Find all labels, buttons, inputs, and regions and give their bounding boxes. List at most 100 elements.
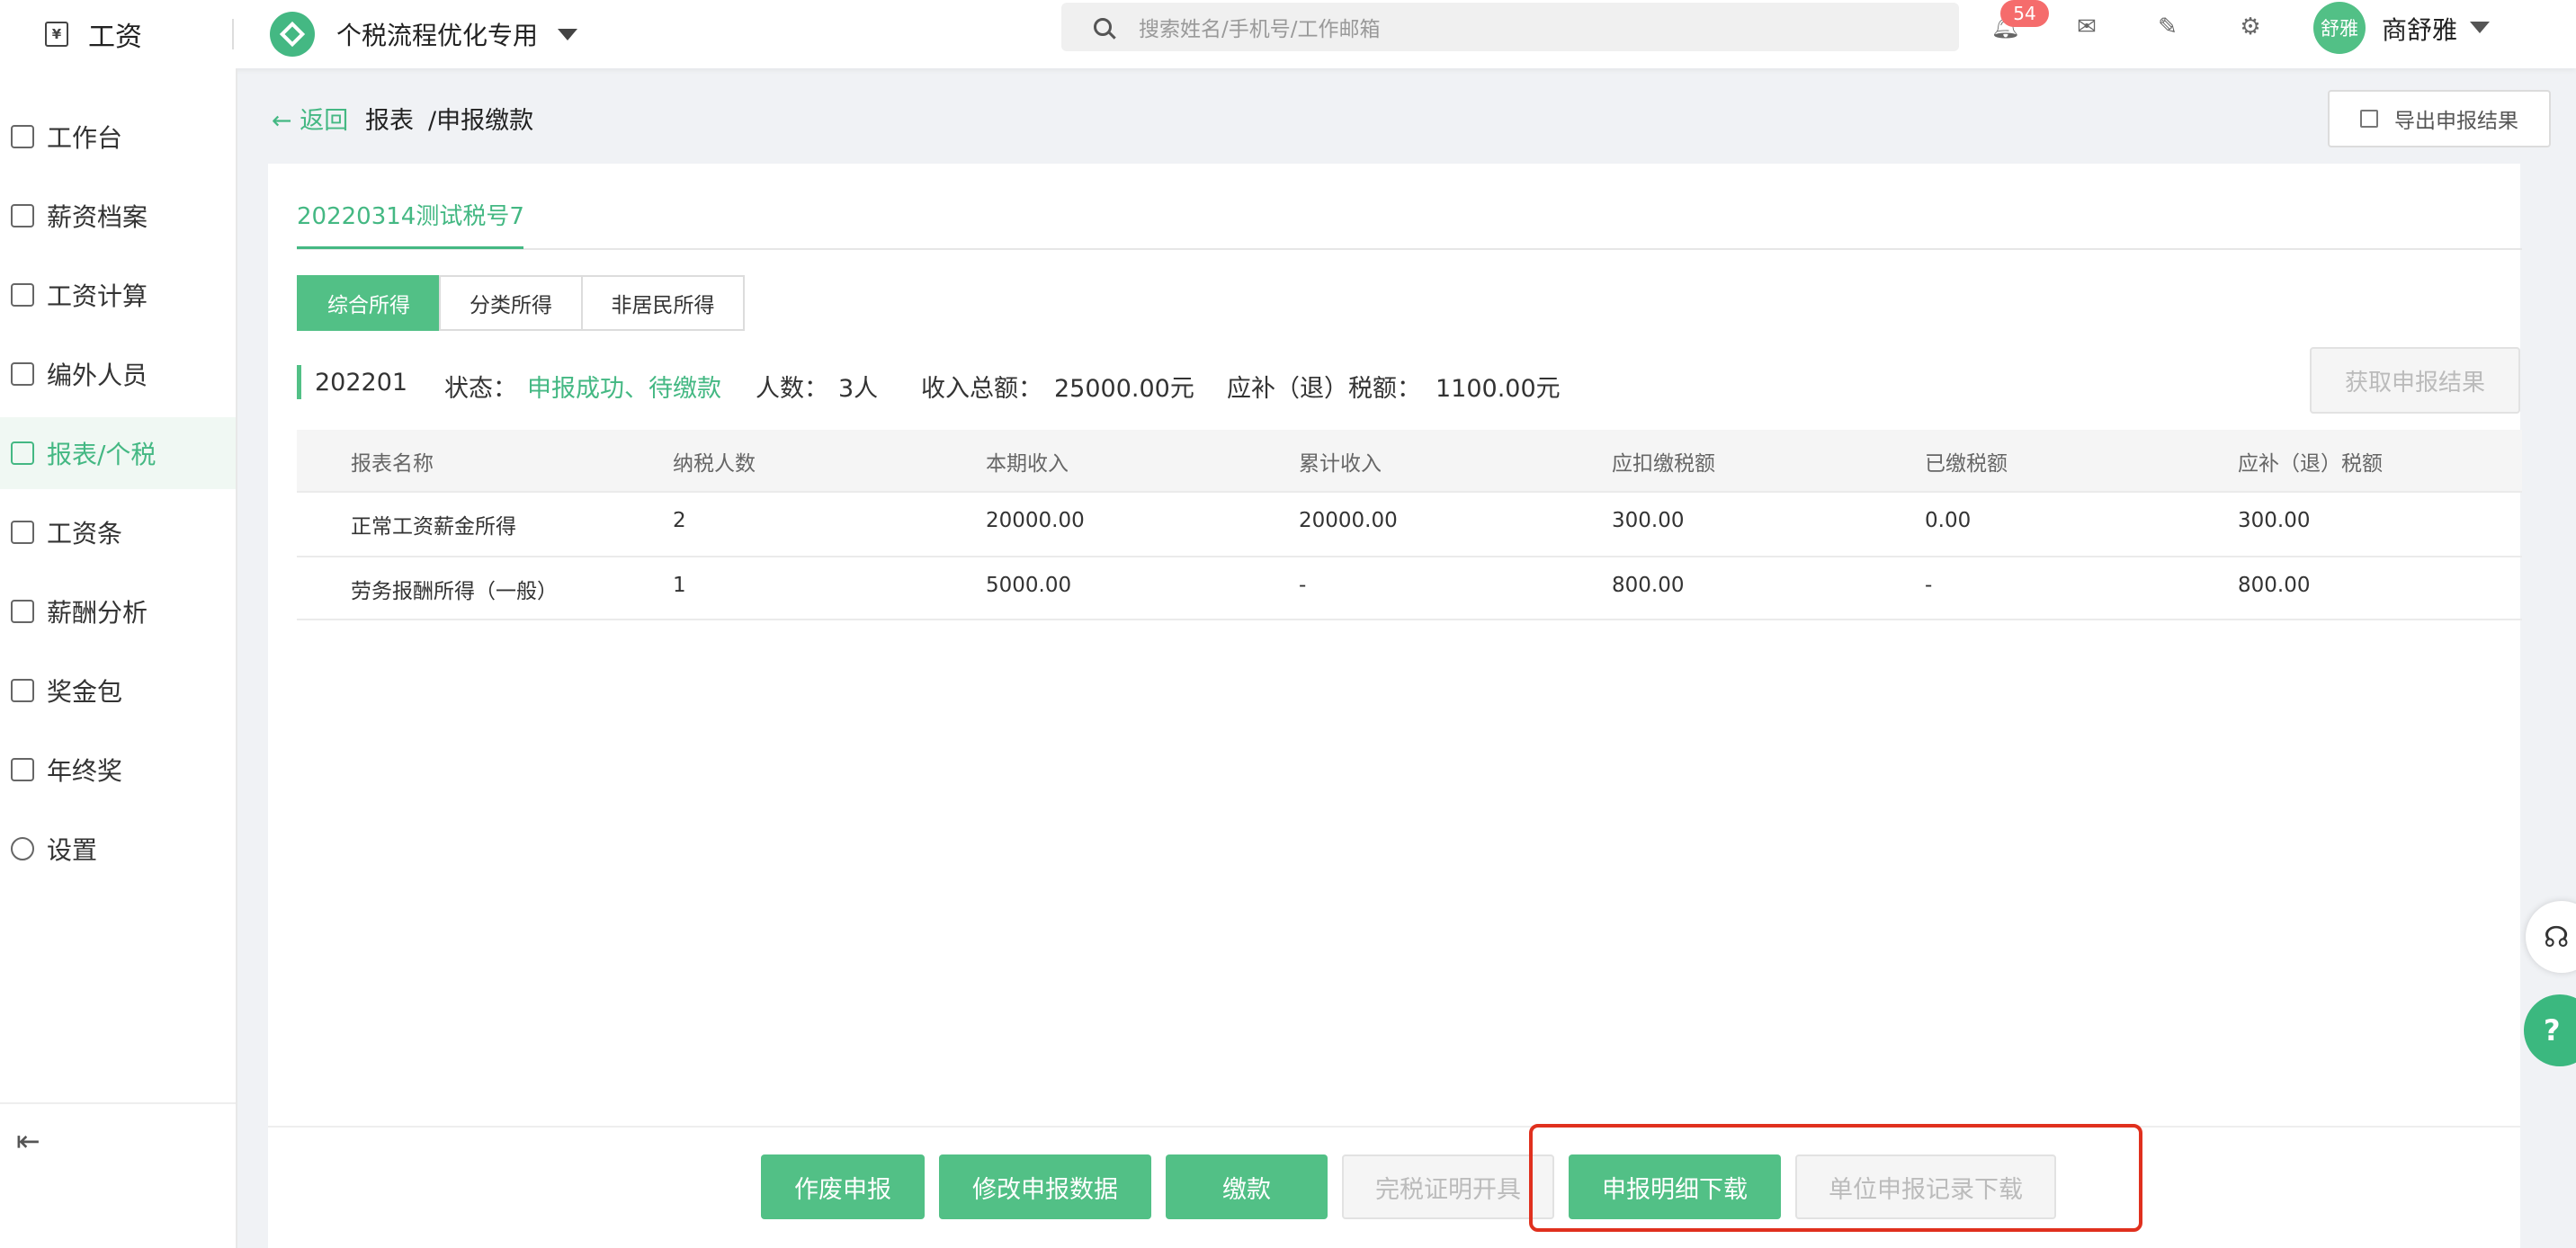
row-divider [297, 619, 2522, 620]
sidebar-item-label: 设置 [47, 835, 98, 865]
sidebar-item-label: 奖金包 [47, 677, 123, 707]
table-cell: 1 [673, 574, 686, 597]
fetch-results-button[interactable]: 获取申报结果 [2310, 347, 2520, 414]
folder-icon [11, 679, 34, 702]
row-divider [297, 491, 2522, 493]
summary-income-label: 收入总额： [921, 375, 1042, 403]
table-cell: 20000.00 [986, 509, 1085, 532]
column-header: 本期收入 [986, 452, 1069, 476]
column-header: 纳税人数 [673, 452, 756, 476]
customer-service-icon[interactable]: ☊ [2526, 901, 2576, 973]
table-cell: - [1925, 574, 1933, 597]
sidebar-item-label: 薪酬分析 [47, 598, 148, 628]
table-cell: 300.00 [1612, 509, 1685, 532]
search-icon [1094, 18, 1112, 36]
column-header: 应补（退）税额 [2238, 452, 2383, 476]
column-header: 报表名称 [351, 452, 434, 476]
status-badge: 申报成功、待缴款 [527, 375, 721, 403]
company-switcher[interactable]: 个税流程优化专用 [270, 12, 578, 57]
sidebar-item-label: 报表/个税 [47, 440, 157, 469]
pay-button[interactable]: 缴款 [1166, 1154, 1328, 1219]
mail-box-icon [11, 758, 34, 781]
sidebar-item-reports-tax[interactable]: 报表/个税 [0, 417, 236, 489]
app-logo[interactable]: ¥ 工资 [45, 14, 142, 54]
table-cell: 20000.00 [1299, 509, 1398, 532]
row-divider [297, 556, 2522, 557]
back-label: 返回 [300, 107, 349, 135]
void-declaration-button[interactable]: 作废申报 [761, 1154, 925, 1219]
sidebar-item-salary-calc[interactable]: 工资计算 [0, 259, 236, 331]
search-placeholder: 搜索姓名/手机号/工作邮箱 [1139, 18, 1381, 41]
search-input[interactable]: 搜索姓名/手机号/工作邮箱 [1061, 3, 1959, 51]
avatar[interactable]: 舒雅 [2313, 2, 2366, 54]
table-header [297, 430, 2522, 491]
sidebar-item-label: 薪资档案 [47, 202, 148, 232]
segment-classified-income[interactable]: 分类所得 [439, 275, 583, 331]
table-cell: 2 [673, 509, 686, 532]
notification-badge: 54 [2000, 0, 2049, 27]
sidebar-item-settings[interactable]: 设置 [0, 813, 236, 885]
company-logo-icon [270, 12, 315, 57]
collapse-sidebar-icon[interactable]: ⇤ [16, 1124, 40, 1158]
highlight-box [1529, 1124, 2142, 1232]
gear-icon [11, 837, 34, 860]
summary-tax-label: 应补（退）税额： [1227, 375, 1421, 403]
inbox-icon[interactable]: ✉︎ [2071, 11, 2103, 43]
people-icon [11, 362, 34, 386]
sidebar-item-external-staff[interactable]: 编外人员 [0, 338, 236, 410]
export-results-button[interactable]: 导出申报结果 [2328, 90, 2551, 147]
company-name: 个税流程优化专用 [336, 21, 539, 50]
segment-nonresident-income[interactable]: 非居民所得 [581, 275, 745, 331]
segment-comprehensive-income[interactable]: 综合所得 [297, 275, 441, 331]
sidebar-item-salary-analysis[interactable]: 薪酬分析 [0, 575, 236, 647]
user-name[interactable]: 商舒雅 [2382, 11, 2457, 47]
edit-icon[interactable]: ✎ [2151, 11, 2184, 43]
table-cell: 800.00 [1612, 574, 1685, 597]
sidebar-item-label: 工资计算 [47, 281, 148, 311]
sidebar-item-label: 工资条 [47, 519, 123, 548]
breadcrumb-current: /申报缴款 [428, 107, 534, 135]
back-link[interactable]: ← 返回 [272, 101, 348, 136]
chevron-down-icon [558, 28, 578, 40]
summary-income-value: 25000.00元 [1054, 375, 1194, 403]
export-icon [2360, 110, 2378, 128]
summary-period: 202201 [315, 369, 408, 397]
table-cell: - [1299, 574, 1307, 597]
sidebar-divider [0, 1102, 236, 1104]
user-menu-chevron-icon[interactable] [2470, 22, 2490, 33]
column-header: 已缴税额 [1925, 452, 2008, 476]
sidebar-item-payslip[interactable]: 工资条 [0, 496, 236, 568]
header-divider [232, 19, 234, 49]
sidebar-item-workbench[interactable]: 工作台 [0, 101, 236, 173]
summary-people-label: 人数： [756, 375, 828, 403]
summary-marker [297, 365, 301, 399]
modify-declaration-button[interactable]: 修改申报数据 [939, 1154, 1151, 1219]
document-icon [11, 521, 34, 544]
table-cell: 300.00 [2238, 509, 2311, 532]
breadcrumb-reports[interactable]: 报表 [365, 101, 414, 136]
table-cell: 劳务报酬所得（一般） [351, 580, 558, 603]
user-search-icon [11, 600, 34, 623]
sidebar-item-bonus-pool[interactable]: 奖金包 [0, 655, 236, 727]
gear-icon[interactable]: ⚙︎ [2234, 11, 2267, 43]
sidebar-item-year-end-bonus[interactable]: 年终奖 [0, 734, 236, 806]
sidebar-item-label: 工作台 [47, 123, 123, 153]
help-icon[interactable]: ? [2524, 994, 2576, 1066]
table-cell: 800.00 [2238, 574, 2311, 597]
tax-certificate-button[interactable]: 完税证明开具 [1342, 1154, 1554, 1219]
sidebar-item-label: 编外人员 [47, 361, 148, 390]
table-cell: 5000.00 [986, 574, 1072, 597]
bar-chart-icon [11, 441, 34, 465]
tab-active-indicator [297, 246, 523, 249]
sidebar-item-salary-files[interactable]: 薪资档案 [0, 180, 236, 252]
table-cell: 0.00 [1925, 509, 1972, 532]
desktop-icon [11, 125, 34, 148]
app-title: 工资 [88, 22, 142, 53]
salary-logo-icon: ¥ [45, 22, 68, 47]
sidebar-item-label: 年终奖 [47, 756, 123, 786]
tab-tax-number[interactable]: 20220314测试税号7 [297, 198, 524, 231]
column-header: 应扣缴税额 [1612, 452, 1715, 476]
export-label: 导出申报结果 [2394, 110, 2518, 133]
table-cell: 正常工资薪金所得 [351, 515, 516, 539]
calendar-icon [11, 283, 34, 307]
